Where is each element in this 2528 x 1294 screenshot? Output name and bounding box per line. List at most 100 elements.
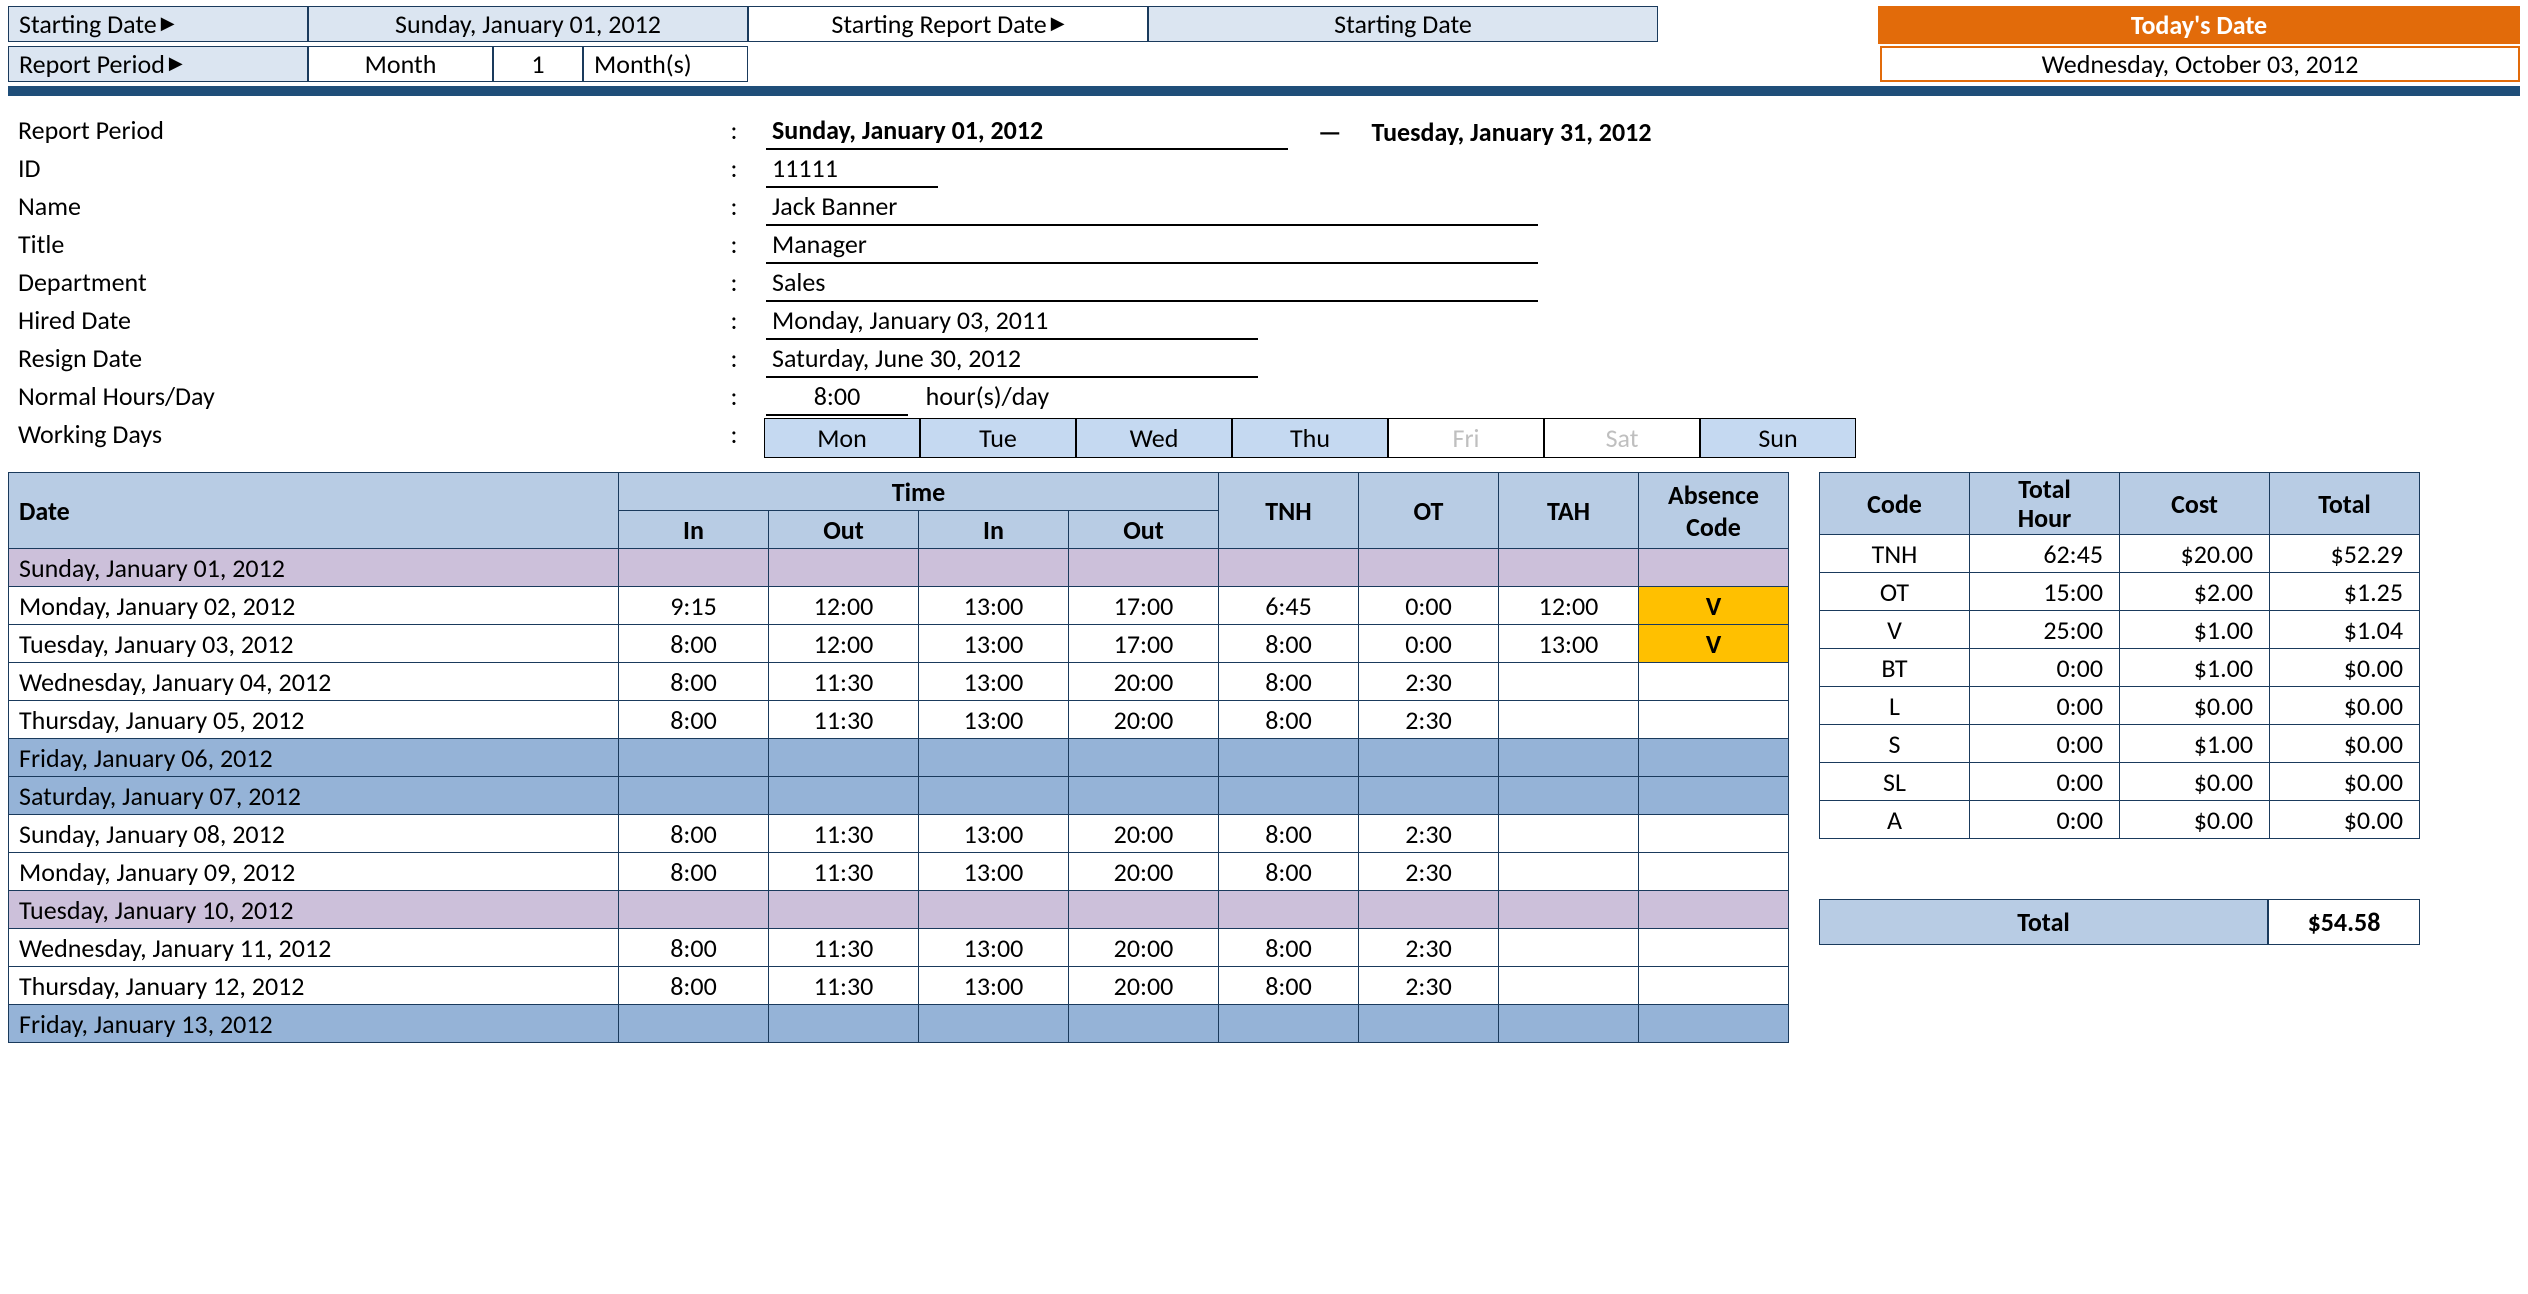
weekday-sat[interactable]: Sat xyxy=(1544,418,1700,458)
date-cell[interactable]: Tuesday, January 10, 2012 xyxy=(9,891,619,929)
time-cell[interactable]: 13:00 xyxy=(919,587,1069,625)
time-cell[interactable] xyxy=(1499,663,1639,701)
time-cell[interactable] xyxy=(769,777,919,815)
starting-report-select[interactable]: Starting Date xyxy=(1148,6,1658,42)
time-cell[interactable]: 12:00 xyxy=(769,587,919,625)
time-cell[interactable]: 0:00 xyxy=(1359,587,1499,625)
time-cell[interactable]: 11:30 xyxy=(769,701,919,739)
time-cell[interactable] xyxy=(919,777,1069,815)
time-cell[interactable] xyxy=(1219,739,1359,777)
time-cell[interactable]: 8:00 xyxy=(619,967,769,1005)
time-cell[interactable] xyxy=(1639,853,1789,891)
time-cell[interactable]: 2:30 xyxy=(1359,663,1499,701)
time-cell[interactable] xyxy=(619,891,769,929)
time-cell[interactable]: 8:00 xyxy=(1219,701,1359,739)
time-cell[interactable]: 12:00 xyxy=(1499,587,1639,625)
time-cell[interactable]: 13:00 xyxy=(919,701,1069,739)
time-cell[interactable]: 12:00 xyxy=(769,625,919,663)
time-cell[interactable] xyxy=(1219,549,1359,587)
time-cell[interactable]: 8:00 xyxy=(619,853,769,891)
time-cell[interactable] xyxy=(1499,739,1639,777)
time-cell[interactable] xyxy=(1499,891,1639,929)
weekday-fri[interactable]: Fri xyxy=(1388,418,1544,458)
time-cell[interactable]: 8:00 xyxy=(1219,853,1359,891)
starting-date-value[interactable]: Sunday, January 01, 2012 xyxy=(308,6,748,42)
time-cell[interactable]: 2:30 xyxy=(1359,967,1499,1005)
time-cell[interactable] xyxy=(619,549,769,587)
time-cell[interactable]: 8:00 xyxy=(619,815,769,853)
time-cell[interactable] xyxy=(1359,1005,1499,1043)
weekday-wed[interactable]: Wed xyxy=(1076,418,1232,458)
time-cell[interactable] xyxy=(919,739,1069,777)
time-cell[interactable] xyxy=(1499,1005,1639,1043)
time-cell[interactable] xyxy=(919,891,1069,929)
time-cell[interactable]: 13:00 xyxy=(919,815,1069,853)
time-cell[interactable] xyxy=(1359,549,1499,587)
time-cell[interactable]: 13:00 xyxy=(919,929,1069,967)
time-cell[interactable] xyxy=(1069,777,1219,815)
time-cell[interactable] xyxy=(769,891,919,929)
time-cell[interactable]: 2:30 xyxy=(1359,853,1499,891)
time-cell[interactable]: 20:00 xyxy=(1069,815,1219,853)
report-period-unit[interactable]: Month xyxy=(308,46,493,82)
time-cell[interactable]: 8:00 xyxy=(1219,663,1359,701)
date-cell[interactable]: Saturday, January 07, 2012 xyxy=(9,777,619,815)
time-cell[interactable]: 20:00 xyxy=(1069,663,1219,701)
time-cell[interactable]: 13:00 xyxy=(1499,625,1639,663)
time-cell[interactable] xyxy=(919,549,1069,587)
time-cell[interactable]: 8:00 xyxy=(619,663,769,701)
time-cell[interactable] xyxy=(1359,739,1499,777)
time-cell[interactable]: 11:30 xyxy=(769,815,919,853)
time-cell[interactable] xyxy=(619,777,769,815)
time-cell[interactable]: 20:00 xyxy=(1069,853,1219,891)
time-cell[interactable] xyxy=(1499,777,1639,815)
date-cell[interactable]: Sunday, January 08, 2012 xyxy=(9,815,619,853)
time-cell[interactable]: 11:30 xyxy=(769,853,919,891)
time-cell[interactable] xyxy=(1069,549,1219,587)
time-cell[interactable]: 11:30 xyxy=(769,663,919,701)
time-cell[interactable] xyxy=(1069,739,1219,777)
date-cell[interactable]: Tuesday, January 03, 2012 xyxy=(9,625,619,663)
time-cell[interactable] xyxy=(1219,777,1359,815)
time-cell[interactable] xyxy=(1639,1005,1789,1043)
time-cell[interactable]: 17:00 xyxy=(1069,625,1219,663)
time-cell[interactable] xyxy=(1499,549,1639,587)
time-cell[interactable]: 11:30 xyxy=(769,967,919,1005)
time-cell[interactable] xyxy=(1499,701,1639,739)
date-cell[interactable]: Friday, January 13, 2012 xyxy=(9,1005,619,1043)
time-cell[interactable] xyxy=(1499,967,1639,1005)
time-cell[interactable] xyxy=(619,1005,769,1043)
time-cell[interactable]: 9:15 xyxy=(619,587,769,625)
weekday-tue[interactable]: Tue xyxy=(920,418,1076,458)
time-cell[interactable] xyxy=(1639,891,1789,929)
time-cell[interactable] xyxy=(1499,815,1639,853)
date-cell[interactable]: Monday, January 02, 2012 xyxy=(9,587,619,625)
weekday-sun[interactable]: Sun xyxy=(1700,418,1856,458)
time-cell[interactable]: 0:00 xyxy=(1359,625,1499,663)
time-cell[interactable] xyxy=(919,1005,1069,1043)
time-cell[interactable] xyxy=(1219,891,1359,929)
time-cell[interactable] xyxy=(1639,663,1789,701)
time-cell[interactable]: 8:00 xyxy=(619,929,769,967)
time-cell[interactable] xyxy=(1069,891,1219,929)
time-cell[interactable]: 13:00 xyxy=(919,967,1069,1005)
time-cell[interactable] xyxy=(1639,701,1789,739)
time-cell[interactable] xyxy=(1219,1005,1359,1043)
time-cell[interactable] xyxy=(1359,777,1499,815)
time-cell[interactable] xyxy=(1069,1005,1219,1043)
time-cell[interactable]: 20:00 xyxy=(1069,929,1219,967)
time-cell[interactable]: V xyxy=(1639,587,1789,625)
time-cell[interactable]: 13:00 xyxy=(919,625,1069,663)
time-cell[interactable]: 13:00 xyxy=(919,663,1069,701)
time-cell[interactable]: 8:00 xyxy=(1219,625,1359,663)
time-cell[interactable] xyxy=(769,1005,919,1043)
time-cell[interactable]: V xyxy=(1639,625,1789,663)
time-cell[interactable]: 8:00 xyxy=(1219,967,1359,1005)
time-cell[interactable] xyxy=(769,739,919,777)
date-cell[interactable]: Thursday, January 05, 2012 xyxy=(9,701,619,739)
time-cell[interactable] xyxy=(1639,967,1789,1005)
date-cell[interactable]: Sunday, January 01, 2012 xyxy=(9,549,619,587)
time-cell[interactable] xyxy=(619,739,769,777)
time-cell[interactable]: 6:45 xyxy=(1219,587,1359,625)
time-cell[interactable]: 8:00 xyxy=(1219,815,1359,853)
